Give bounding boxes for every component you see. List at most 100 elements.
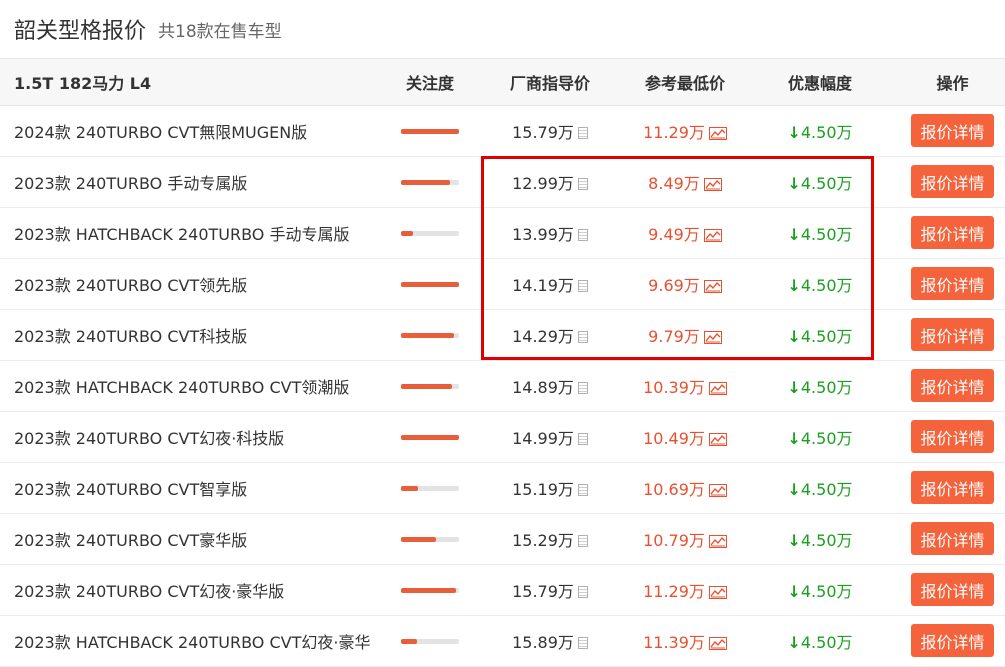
model-name[interactable]: 2023款 HATCHBACK 240TURBO 手动专属版 (0, 207, 390, 259)
quote-detail-button[interactable]: 报价详情 (911, 267, 994, 300)
lowest-price[interactable]: 10.79万 (643, 531, 705, 550)
discount-cell: ↓4.50万 (740, 615, 900, 667)
quote-detail-button[interactable]: 报价详情 (911, 369, 994, 402)
price-trend-icon[interactable] (708, 585, 727, 599)
attention-bar (401, 588, 459, 593)
calculator-icon[interactable] (577, 534, 588, 547)
calculator-icon[interactable] (577, 279, 588, 292)
guide-price-cell: 14.29万 (470, 309, 630, 361)
lowest-price-header: 参考最低价 (630, 59, 740, 106)
page-header: 韶关型格报价 共18款在售车型 (0, 0, 1005, 59)
model-name[interactable]: 2024款 240TURBO CVT無限MUGEN版 (0, 105, 390, 157)
price-trend-icon[interactable] (708, 432, 727, 446)
model-name[interactable]: 2023款 240TURBO CVT豪华版 (0, 513, 390, 565)
lowest-price[interactable]: 9.49万 (648, 225, 700, 244)
discount-cell: ↓4.50万 (740, 564, 900, 616)
quote-detail-button[interactable]: 报价详情 (911, 216, 994, 249)
action-cell: 报价详情 (900, 411, 1005, 463)
model-name[interactable]: 2023款 240TURBO CVT科技版 (0, 309, 390, 361)
attention-bar-fill (401, 231, 413, 236)
discount-cell: ↓4.50万 (740, 411, 900, 463)
quote-detail-button[interactable]: 报价详情 (911, 318, 994, 351)
lowest-price[interactable]: 10.39万 (643, 378, 705, 397)
discount-cell: ↓4.50万 (740, 462, 900, 514)
model-name[interactable]: 2023款 240TURBO CVT领先版 (0, 258, 390, 310)
discount-value: 4.50万 (800, 122, 853, 142)
lowest-price-cell: 10.39万 (630, 360, 740, 412)
calculator-icon[interactable] (577, 585, 588, 598)
action-cell: 报价详情 (900, 258, 1005, 310)
guide-price: 15.89万 (512, 632, 574, 652)
table-row: 2023款 240TURBO CVT幻夜·科技版 14.99万 10.49万 ↓… (0, 411, 1005, 463)
price-trend-icon[interactable] (703, 330, 722, 344)
table-row: 2023款 HATCHBACK 240TURBO CVT领潮版 14.89万 1… (0, 360, 1005, 412)
attention-bar-fill (401, 333, 455, 338)
price-trend-icon[interactable] (703, 177, 722, 191)
price-trend-icon[interactable] (708, 126, 727, 140)
quote-detail-button[interactable]: 报价详情 (911, 624, 994, 657)
guide-price: 14.89万 (512, 377, 574, 397)
action-cell: 报价详情 (900, 564, 1005, 616)
lowest-price[interactable]: 9.69万 (648, 276, 700, 295)
discount-value: 4.50万 (800, 275, 853, 295)
guide-price: 12.99万 (512, 173, 574, 193)
discount-value: 4.50万 (800, 479, 853, 499)
attention-bar-fill (401, 129, 459, 134)
price-trend-icon[interactable] (703, 279, 722, 293)
quote-detail-button[interactable]: 报价详情 (911, 522, 994, 555)
discount-cell: ↓4.50万 (740, 258, 900, 310)
lowest-price-cell: 8.49万 (630, 156, 740, 208)
attention-bar (401, 282, 459, 287)
discount-value: 4.50万 (800, 326, 853, 346)
model-name[interactable]: 2023款 240TURBO 手动专属版 (0, 156, 390, 208)
model-count: 共18款在售车型 (158, 21, 282, 42)
calculator-icon[interactable] (577, 483, 588, 496)
lowest-price[interactable]: 11.29万 (643, 123, 705, 142)
model-name[interactable]: 2023款 240TURBO CVT幻夜·科技版 (0, 411, 390, 463)
price-trend-icon[interactable] (708, 381, 727, 395)
price-trend-icon[interactable] (708, 534, 727, 548)
calculator-icon[interactable] (577, 636, 588, 649)
attention-bar-fill (401, 486, 419, 491)
lowest-price[interactable]: 10.49万 (643, 429, 705, 448)
price-trend-icon[interactable] (708, 636, 727, 650)
calculator-icon[interactable] (577, 330, 588, 343)
calculator-icon[interactable] (577, 126, 588, 139)
lowest-price-cell: 11.29万 (630, 105, 740, 157)
attention-bar (401, 333, 459, 338)
guide-price-cell: 15.29万 (470, 513, 630, 565)
quote-detail-button[interactable]: 报价详情 (911, 165, 994, 198)
action-cell: 报价详情 (900, 360, 1005, 412)
quote-detail-button[interactable]: 报价详情 (911, 573, 994, 606)
lowest-price[interactable]: 8.49万 (648, 174, 700, 193)
price-trend-icon[interactable] (708, 483, 727, 497)
attention-cell (390, 105, 470, 157)
lowest-price[interactable]: 9.79万 (648, 327, 700, 346)
guide-price-cell: 15.79万 (470, 564, 630, 616)
quote-detail-button[interactable]: 报价详情 (911, 471, 994, 504)
attention-bar (401, 537, 459, 542)
model-name[interactable]: 2023款 240TURBO CVT幻夜·豪华版 (0, 564, 390, 616)
model-name[interactable]: 2023款 HATCHBACK 240TURBO CVT幻夜·豪华 (0, 615, 390, 667)
model-name[interactable]: 2023款 240TURBO CVT智享版 (0, 462, 390, 514)
quote-detail-button[interactable]: 报价详情 (911, 420, 994, 453)
calculator-icon[interactable] (577, 228, 588, 241)
lowest-price[interactable]: 10.69万 (643, 480, 705, 499)
lowest-price[interactable]: 11.39万 (643, 633, 705, 652)
attention-bar (401, 129, 459, 134)
action-cell: 报价详情 (900, 615, 1005, 667)
down-arrow-icon: ↓ (787, 632, 801, 652)
quote-detail-button[interactable]: 报价详情 (911, 114, 994, 147)
down-arrow-icon: ↓ (787, 326, 801, 346)
model-name[interactable]: 2023款 HATCHBACK 240TURBO CVT领潮版 (0, 360, 390, 412)
calculator-icon[interactable] (577, 432, 588, 445)
attention-bar-fill (401, 180, 451, 185)
attention-bar (401, 180, 459, 185)
page-title: 韶关型格报价 (14, 19, 147, 44)
calculator-icon[interactable] (577, 381, 588, 394)
lowest-price[interactable]: 11.29万 (643, 582, 705, 601)
table-row: 2023款 HATCHBACK 240TURBO 手动专属版 13.99万 9.… (0, 207, 1005, 259)
price-trend-icon[interactable] (703, 228, 722, 242)
guide-price-cell: 14.19万 (470, 258, 630, 310)
calculator-icon[interactable] (577, 177, 588, 190)
